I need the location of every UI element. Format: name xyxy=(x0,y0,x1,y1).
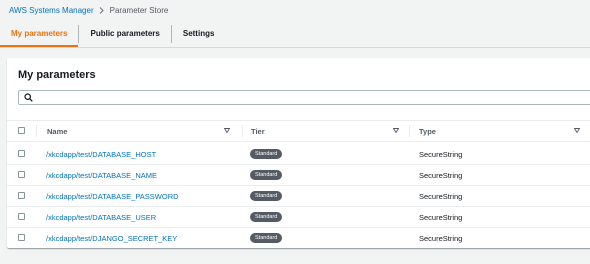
parameter-name-link[interactable]: /xkcdapp/test/DATABASE_USER xyxy=(46,207,156,227)
sort-down-icon[interactable] xyxy=(393,128,399,133)
column-divider xyxy=(36,125,37,137)
tab-bar-underline xyxy=(0,47,590,48)
search-input[interactable] xyxy=(18,90,590,105)
parameter-type: SecureString xyxy=(419,149,463,159)
row-checkbox[interactable] xyxy=(18,150,25,157)
column-header-name[interactable]: Name xyxy=(47,121,67,141)
breadcrumb: AWS Systems Manager Parameter Store xyxy=(9,4,168,16)
table-row: /xkcdapp/test/DATABASE_HOST Standard Sec… xyxy=(7,144,590,165)
table-row: /xkcdapp/test/DATABASE_USER Standard Sec… xyxy=(7,207,590,228)
search-icon xyxy=(24,93,33,102)
sort-down-icon[interactable] xyxy=(574,128,580,133)
table-row: /xkcdapp/test/DJANGO_SECRET_KEY Standard… xyxy=(7,228,590,249)
row-checkbox[interactable] xyxy=(18,192,25,199)
column-header-type[interactable]: Type xyxy=(419,121,436,141)
parameter-type: SecureString xyxy=(419,170,463,180)
panel-title: My parameters xyxy=(18,69,96,81)
select-all-checkbox[interactable] xyxy=(18,127,25,134)
parameter-type: SecureString xyxy=(419,233,463,243)
tab-bar: My parameters Public parameters Settings xyxy=(0,20,225,47)
table-row: /xkcdapp/test/DATABASE_PASSWORD Standard… xyxy=(7,186,590,207)
tier-badge: Standard xyxy=(250,170,283,180)
tab-settings[interactable]: Settings xyxy=(172,20,226,47)
table-header: Name Tier Type xyxy=(7,120,590,142)
chevron-right-icon xyxy=(94,6,110,14)
tier-badge: Standard xyxy=(250,149,283,159)
parameter-type: SecureString xyxy=(419,212,463,222)
row-checkbox[interactable] xyxy=(18,234,25,241)
row-checkbox[interactable] xyxy=(18,171,25,178)
column-header-tier[interactable]: Tier xyxy=(251,121,265,141)
tab-my-parameters[interactable]: My parameters xyxy=(0,20,79,47)
breadcrumb-current: Parameter Store xyxy=(109,5,169,15)
tier-badge: Standard xyxy=(250,212,283,222)
parameter-name-link[interactable]: /xkcdapp/test/DATABASE_PASSWORD xyxy=(46,186,179,206)
sort-down-icon[interactable] xyxy=(224,128,230,133)
table-row: /xkcdapp/test/DATABASE_NAME Standard Sec… xyxy=(7,165,590,186)
breadcrumb-link-systems-manager[interactable]: AWS Systems Manager xyxy=(9,6,94,15)
row-checkbox[interactable] xyxy=(18,213,25,220)
column-divider xyxy=(242,125,243,137)
parameter-name-link[interactable]: /xkcdapp/test/DATABASE_NAME xyxy=(46,165,157,185)
parameters-panel: My parameters Name Tier Type /xkcdapp/te… xyxy=(7,58,590,248)
tier-badge: Standard xyxy=(250,191,283,201)
column-divider xyxy=(409,125,410,137)
parameter-name-link[interactable]: /xkcdapp/test/DATABASE_HOST xyxy=(46,144,156,164)
parameter-type: SecureString xyxy=(419,191,463,201)
tab-public-parameters[interactable]: Public parameters xyxy=(79,20,170,47)
parameter-name-link[interactable]: /xkcdapp/test/DJANGO_SECRET_KEY xyxy=(46,228,177,248)
tier-badge: Standard xyxy=(250,233,283,243)
